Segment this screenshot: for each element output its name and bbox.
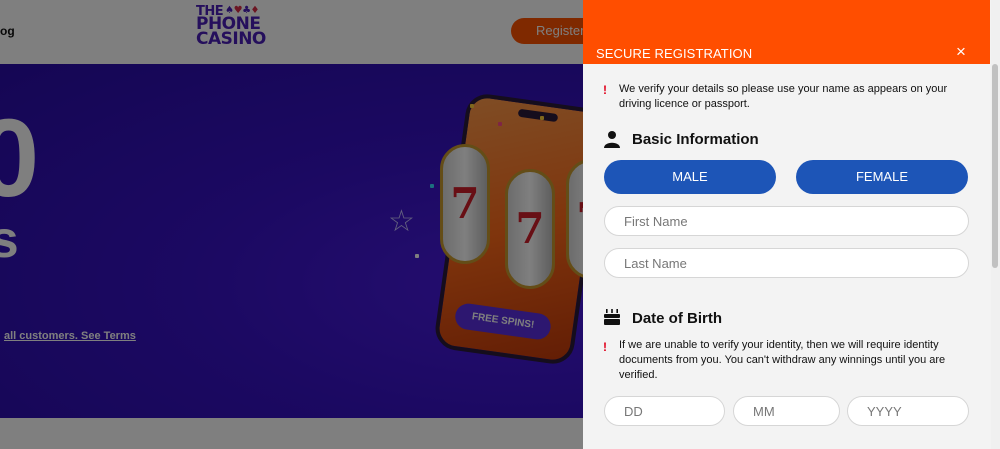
verification-note: We verify your details so please use you… — [619, 83, 948, 110]
dob-day-field[interactable] — [604, 396, 725, 426]
date-of-birth-heading: Date of Birth — [632, 310, 722, 327]
modal-header: SECURE REGISTRATION × — [583, 0, 990, 64]
male-button[interactable]: MALE — [604, 160, 776, 194]
registration-modal: SECURE REGISTRATION × ! We verify your d… — [583, 0, 1000, 449]
first-name-field[interactable] — [604, 206, 969, 236]
close-icon[interactable]: × — [953, 43, 969, 61]
last-name-field[interactable] — [604, 248, 969, 278]
modal-title: SECURE REGISTRATION — [596, 46, 753, 61]
female-button[interactable]: FEMALE — [796, 160, 968, 194]
warning-icon: ! — [603, 83, 607, 97]
dob-month-field[interactable] — [733, 396, 840, 426]
birthday-cake-icon — [604, 309, 620, 325]
dob-year-field[interactable] — [847, 396, 969, 426]
warning-icon: ! — [603, 340, 607, 354]
identity-warning-note: If we are unable to verify your identity… — [619, 339, 946, 381]
modal-scrollbar[interactable] — [991, 0, 1000, 449]
modal-body: ! We verify your details so please use y… — [583, 64, 990, 449]
scrollbar-thumb[interactable] — [992, 64, 998, 268]
basic-information-heading: Basic Information — [632, 131, 759, 148]
person-icon — [604, 131, 620, 148]
